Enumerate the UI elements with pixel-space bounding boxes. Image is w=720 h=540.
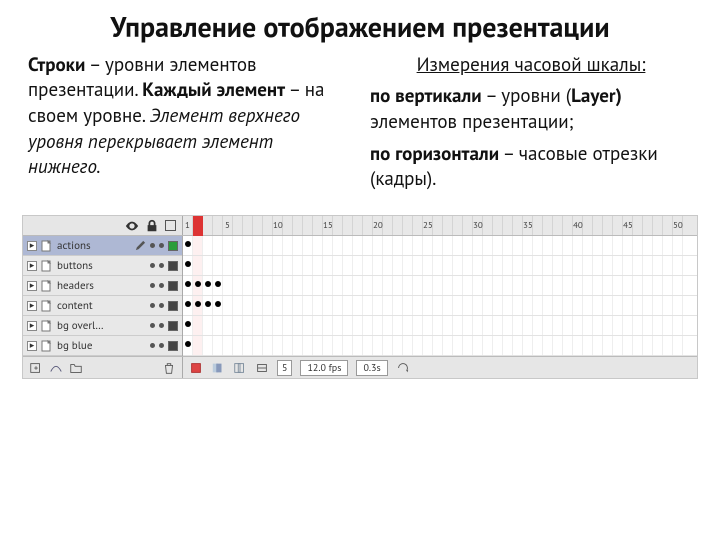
keyframe-icon[interactable]	[185, 341, 191, 347]
frame-row[interactable]	[183, 236, 697, 256]
add-motion-guide-icon[interactable]	[49, 361, 63, 375]
lock-dot-icon[interactable]	[159, 303, 164, 308]
onion-skin-icon[interactable]	[211, 361, 225, 375]
slide-title: Управление отображением презентации	[28, 12, 692, 43]
layer-name: actions	[57, 239, 131, 253]
layer-type-icon	[41, 280, 53, 292]
layer-row-buttons[interactable]: ▸ buttons	[23, 256, 182, 276]
layer-row-headers[interactable]: ▸ headers	[23, 276, 182, 296]
layer-row-bg-blue[interactable]: ▸ bg blue	[23, 336, 182, 356]
right-column: Измерения часовой шкалы: по вертикали – …	[370, 53, 692, 193]
outline-color-swatch[interactable]	[168, 241, 178, 251]
outline-color-swatch[interactable]	[168, 321, 178, 331]
show-dot-icon[interactable]	[150, 283, 155, 288]
lock-dot-icon[interactable]	[159, 263, 164, 268]
fps-display: 12.0 fps	[300, 360, 348, 376]
center-frame-icon[interactable]	[189, 361, 203, 375]
show-dot-icon[interactable]	[150, 323, 155, 328]
outline-color-swatch[interactable]	[168, 301, 178, 311]
frame-row[interactable]	[183, 296, 697, 316]
layer-row-bg-overl-[interactable]: ▸ bg overl…	[23, 316, 182, 336]
expand-icon[interactable]: ▸	[27, 321, 37, 331]
insert-folder-icon[interactable]	[69, 361, 83, 375]
expand-icon[interactable]: ▸	[27, 241, 37, 251]
pencil-icon	[135, 240, 146, 251]
show-dot-icon[interactable]	[150, 303, 155, 308]
edit-multiple-frames-icon[interactable]	[255, 361, 269, 375]
keyframe-icon[interactable]	[215, 281, 221, 287]
eye-icon[interactable]	[125, 219, 139, 233]
frame-row[interactable]	[183, 336, 697, 356]
delete-layer-icon[interactable]	[162, 361, 176, 375]
layer-header-icons	[23, 216, 183, 235]
layer-row-actions[interactable]: ▸ actions	[23, 236, 182, 256]
keyframe-icon[interactable]	[185, 321, 191, 327]
lock-icon[interactable]	[145, 219, 159, 233]
keyframe-icon[interactable]	[185, 301, 191, 307]
layer-type-icon	[41, 340, 53, 352]
layer-name: bg blue	[57, 339, 146, 353]
layer-type-icon	[41, 240, 53, 252]
lock-dot-icon[interactable]	[159, 343, 164, 348]
timeline-panel: 15101520253035404550 ▸ actions ▸ buttons ▸ he…	[22, 215, 698, 379]
outline-color-swatch[interactable]	[168, 261, 178, 271]
keyframe-icon[interactable]	[195, 301, 201, 307]
layer-type-icon	[41, 300, 53, 312]
keyframe-icon[interactable]	[185, 261, 191, 267]
keyframe-icon[interactable]	[185, 241, 191, 247]
layer-name: bg overl…	[57, 319, 146, 333]
outline-toggle-icon[interactable]	[165, 220, 176, 231]
show-dot-icon[interactable]	[150, 343, 155, 348]
lock-dot-icon[interactable]	[159, 323, 164, 328]
insert-layer-icon[interactable]	[29, 361, 43, 375]
elapsed-time-display: 0.3s	[356, 360, 387, 376]
lock-dot-icon[interactable]	[159, 243, 164, 248]
frame-row[interactable]	[183, 276, 697, 296]
loop-icon[interactable]	[396, 361, 410, 375]
keyframe-icon[interactable]	[195, 281, 201, 287]
layer-row-content[interactable]: ▸ content	[23, 296, 182, 316]
show-dot-icon[interactable]	[150, 263, 155, 268]
outline-color-swatch[interactable]	[168, 281, 178, 291]
frame-ruler[interactable]: 15101520253035404550	[183, 216, 697, 235]
layer-name: content	[57, 299, 146, 313]
layer-name: buttons	[57, 259, 146, 273]
outline-color-swatch[interactable]	[168, 341, 178, 351]
lock-dot-icon[interactable]	[159, 283, 164, 288]
layer-type-icon	[41, 260, 53, 272]
expand-icon[interactable]: ▸	[27, 301, 37, 311]
keyframe-icon[interactable]	[205, 281, 211, 287]
keyframe-icon[interactable]	[215, 301, 221, 307]
keyframe-icon[interactable]	[185, 281, 191, 287]
frame-row[interactable]	[183, 256, 697, 276]
expand-icon[interactable]: ▸	[27, 341, 37, 351]
left-column: Строки – уровни элементов презентации. К…	[28, 53, 350, 193]
expand-icon[interactable]: ▸	[27, 281, 37, 291]
expand-icon[interactable]: ▸	[27, 261, 37, 271]
current-frame-box: 5	[277, 360, 292, 376]
frame-row[interactable]	[183, 316, 697, 336]
show-dot-icon[interactable]	[150, 243, 155, 248]
layer-type-icon	[41, 320, 53, 332]
layer-name: headers	[57, 279, 146, 293]
onion-skin-outlines-icon[interactable]	[233, 361, 247, 375]
keyframe-icon[interactable]	[205, 301, 211, 307]
